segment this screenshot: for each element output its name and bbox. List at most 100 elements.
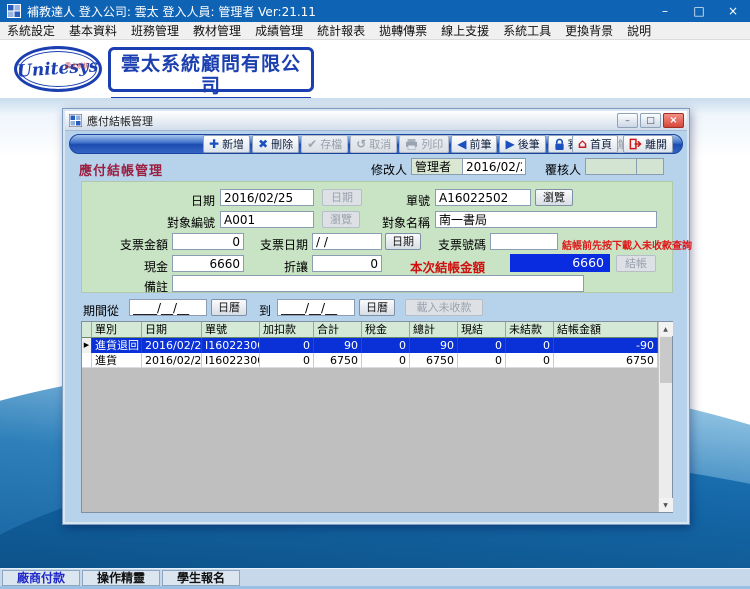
exit-label: 離開 xyxy=(645,136,667,152)
print-label: 列印 xyxy=(421,136,443,152)
check-no-field[interactable] xyxy=(490,233,558,250)
delete-button[interactable]: ✖ 刪除 xyxy=(252,135,299,153)
cash-field[interactable] xyxy=(172,255,244,272)
check-date-field[interactable] xyxy=(312,233,382,250)
menu-item-change-background[interactable]: 更換背景 xyxy=(558,22,620,39)
menu-item-voucher[interactable]: 拋轉傳票 xyxy=(372,22,434,39)
table-row-selected[interactable]: ▶ 進貨退回 2016/02/23 I160223001 0 90 0 90 0… xyxy=(82,338,658,353)
column-header-subtotal[interactable]: 合計 xyxy=(314,322,362,338)
cell-date: 2016/02/23 xyxy=(142,338,202,353)
next-label: 後筆 xyxy=(518,136,540,152)
save-button[interactable]: ✔ 存檔 xyxy=(301,135,348,153)
party-browse-button[interactable]: 瀏覽 xyxy=(322,211,360,228)
page-title: 應付結帳管理 xyxy=(79,160,163,179)
dialog-close-icon: × xyxy=(669,115,677,126)
menu-item-system-settings[interactable]: 系統設定 xyxy=(0,22,62,39)
previous-record-button[interactable]: ◀ 前筆 xyxy=(451,135,497,153)
menu-item-statistics[interactable]: 統計報表 xyxy=(310,22,372,39)
grid-header-row: 單別 日期 單號 加扣款 合計 稅金 總計 現結 未結款 結帳金額 xyxy=(82,322,658,338)
taskbar-item-vendor-payment[interactable]: 廠商付款 xyxy=(2,570,80,586)
calendar-to-button[interactable]: 日曆 xyxy=(359,299,395,316)
check-date-label: 支票日期 xyxy=(250,236,308,253)
delete-label: 刪除 xyxy=(271,136,293,152)
menu-item-class-mgmt[interactable]: 班務管理 xyxy=(124,22,186,39)
load-unpaid-button[interactable]: 載入未收款 xyxy=(405,299,483,316)
column-header-settle-amount[interactable]: 結帳金額 xyxy=(554,322,658,338)
cancel-label: 取消 xyxy=(369,136,391,152)
period-from-label: 期間從 xyxy=(83,302,119,319)
menu-item-help[interactable]: 說明 xyxy=(620,22,658,39)
discount-field[interactable] xyxy=(312,255,382,272)
column-header-cash-settled[interactable]: 現結 xyxy=(458,322,506,338)
company-name-zh: 雲太系統顧問有限公司 xyxy=(111,53,311,99)
next-record-button[interactable]: ▶ 後筆 xyxy=(499,135,545,153)
cell-doc-type: 進貨 xyxy=(92,353,142,368)
period-to-field[interactable] xyxy=(277,299,355,316)
date-picker-button[interactable]: 日期 xyxy=(322,189,362,206)
taskbar-item-operation-wizard[interactable]: 操作精靈 xyxy=(82,570,160,586)
home-button[interactable]: ⌂ 首頁 xyxy=(572,135,618,153)
party-name-field[interactable] xyxy=(435,211,657,228)
window-minimize-button[interactable]: – xyxy=(648,0,682,22)
table-row[interactable]: 進貨 2016/02/23 I160223001 0 6750 0 6750 0… xyxy=(82,353,658,368)
taskbar-item-student-registration[interactable]: 學生報名 xyxy=(162,570,240,586)
calendar-from-button[interactable]: 日曆 xyxy=(211,299,247,316)
menu-item-grade-mgmt[interactable]: 成績管理 xyxy=(248,22,310,39)
check-amount-field[interactable] xyxy=(172,233,244,250)
screen: 補教達人 登入公司: 雲太 登入人員: 管理者 Ver:21.11 – □ × … xyxy=(0,0,750,589)
dialog-toolbar: ✚ 新增 ✖ 刪除 ✔ 存檔 ↺ 取消 xyxy=(65,131,687,157)
column-header-unsettled[interactable]: 未結款 xyxy=(506,322,554,338)
add-button[interactable]: ✚ 新增 xyxy=(203,135,250,153)
window-close-button[interactable]: × xyxy=(716,0,750,22)
check-amount-label: 支票金額 xyxy=(100,236,168,253)
menu-item-material-mgmt[interactable]: 教材管理 xyxy=(186,22,248,39)
scroll-down-icon[interactable]: ▼ xyxy=(659,498,673,512)
logo-small-text: 雲太系統 xyxy=(65,61,89,70)
column-header-total[interactable]: 總計 xyxy=(410,322,458,338)
menu-item-online-support[interactable]: 線上支援 xyxy=(434,22,496,39)
print-button[interactable]: 列印 xyxy=(399,135,449,153)
scroll-up-icon[interactable]: ▲ xyxy=(659,322,673,336)
modifier-date-field[interactable] xyxy=(462,158,526,175)
cancel-button[interactable]: ↺ 取消 xyxy=(350,135,397,153)
cell-adjustment: 0 xyxy=(260,338,314,353)
column-header-doc-type[interactable]: 單別 xyxy=(92,322,142,338)
settle-button[interactable]: 結帳 xyxy=(616,255,656,272)
doc-browse-button[interactable]: 瀏覽 xyxy=(535,189,573,206)
undo-icon: ↺ xyxy=(356,138,366,150)
cell-cash-settled: 0 xyxy=(458,353,506,368)
column-header-tax[interactable]: 稅金 xyxy=(362,322,410,338)
column-header-doc-no[interactable]: 單號 xyxy=(202,322,260,338)
cell-date: 2016/02/23 xyxy=(142,353,202,368)
dialog-minimize-button[interactable]: – xyxy=(617,113,638,128)
plus-icon: ✚ xyxy=(209,138,219,150)
party-code-field[interactable] xyxy=(220,211,314,228)
cell-total: 90 xyxy=(410,338,458,353)
check-icon: ✔ xyxy=(307,138,317,150)
column-header-date[interactable]: 日期 xyxy=(142,322,202,338)
main-titlebar[interactable]: 補教達人 登入公司: 雲太 登入人員: 管理者 Ver:21.11 – □ × xyxy=(0,0,750,22)
modifier-name-field[interactable] xyxy=(411,158,463,175)
dialog-close-button[interactable]: × xyxy=(663,113,684,128)
dialog-titlebar[interactable]: 應付結帳管理 – □ × xyxy=(65,111,687,131)
window-maximize-button[interactable]: □ xyxy=(682,0,716,22)
discount-label: 折讓 xyxy=(250,258,308,275)
memo-field[interactable] xyxy=(172,275,584,292)
reviewer-name-field[interactable] xyxy=(585,158,637,175)
scroll-thumb[interactable] xyxy=(660,337,672,383)
date-field[interactable] xyxy=(220,189,314,206)
menu-item-basic-data[interactable]: 基本資料 xyxy=(62,22,124,39)
dialog-maximize-button[interactable]: □ xyxy=(640,113,661,128)
previous-label: 前筆 xyxy=(469,136,491,152)
doc-no-field[interactable] xyxy=(435,189,531,206)
check-date-picker-button[interactable]: 日期 xyxy=(385,233,421,250)
reviewer-date-field[interactable] xyxy=(636,158,664,175)
payable-settlement-dialog: 應付結帳管理 – □ × ✚ 新增 ✖ 刪除 ✔ 存檔 xyxy=(62,108,690,525)
column-header-adjustment[interactable]: 加扣款 xyxy=(260,322,314,338)
period-from-field[interactable] xyxy=(129,299,207,316)
period-row: 期間從 日曆 到 日曆 載入未收款 xyxy=(81,299,673,317)
settlement-amount-label: 本次結帳金額 xyxy=(410,257,485,276)
exit-button[interactable]: 離開 xyxy=(623,135,673,153)
menu-item-system-tools[interactable]: 系統工具 xyxy=(496,22,558,39)
grid-vertical-scrollbar[interactable]: ▲ ▼ xyxy=(658,322,672,512)
